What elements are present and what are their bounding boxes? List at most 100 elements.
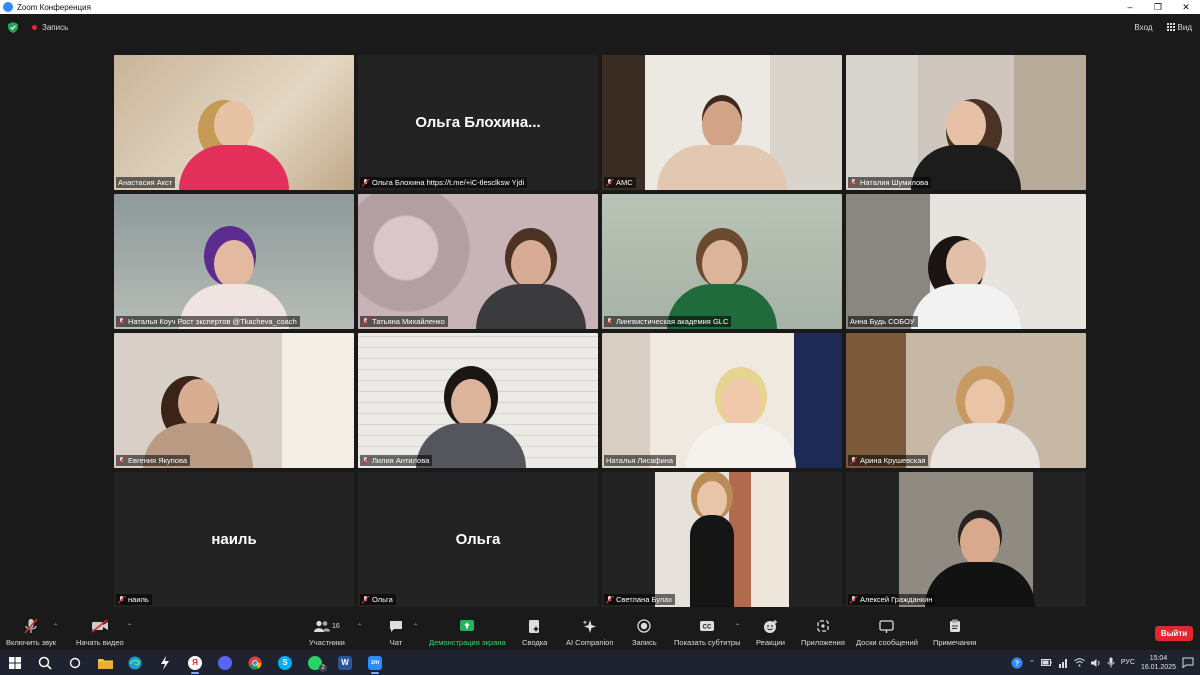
task-view-icon [69,657,81,668]
mic-muted-icon [118,317,125,326]
search-icon [38,656,52,670]
video-gallery: Анастасия Акст Ольга Блохина... Ольга Бл… [114,55,1086,607]
unmute-button[interactable]: Включить звук [6,618,56,647]
tray-chevron-icon[interactable]: ⌃ [1029,659,1035,667]
record-button[interactable]: Запись [632,618,657,647]
participant-name-label: Арина Крушевская [848,455,929,466]
encryption-shield-icon[interactable] [8,21,18,33]
volume-icon[interactable] [1090,658,1101,668]
participant-video [475,240,586,329]
taskbar-zoom[interactable]: zm [360,650,390,675]
participant-name-label: Наталья Коуч Рост экспертов @Tkacheva_co… [116,316,300,327]
taskbar-file-explorer[interactable] [90,650,120,675]
mic-muted-icon [362,178,369,187]
participant-tile[interactable]: Лилия Антилова [358,333,598,468]
notifications-icon[interactable] [1182,657,1194,668]
taskbar-chrome[interactable] [240,650,270,675]
window-titlebar: Zoom Конференция – ❐ ✕ [0,0,1200,14]
participants-options-chevron-icon[interactable]: ⌃ [357,623,362,630]
whatsapp-badge: 2 [319,664,327,672]
taskbar-search-button[interactable] [30,650,60,675]
svg-text:CC: CC [703,625,712,631]
taskbar-yandex[interactable]: Я [180,650,210,675]
input-language[interactable]: РУС [1121,659,1135,666]
battery-icon[interactable] [1040,658,1052,667]
participant-tile[interactable]: Наталия Шумилова [846,55,1086,190]
participant-tile[interactable]: Наталья Коуч Рост экспертов @Tkacheva_co… [114,194,354,329]
taskbar-word[interactable]: W [330,650,360,675]
taskbar-skype[interactable]: S [270,650,300,675]
taskbar-discord[interactable] [210,650,240,675]
lightning-icon [161,655,169,670]
whiteboard-icon [879,619,895,633]
participant-tile[interactable]: Ольга Ольга [358,472,598,607]
participant-tile[interactable]: Евгения Якупова [114,333,354,468]
svg-text:?: ? [1015,660,1019,667]
taskbar-terminal[interactable] [150,650,180,675]
mic-muted-icon [362,456,369,465]
participant-tile[interactable]: Арина Крушевская [846,333,1086,468]
participant-name-label: Ольга Блохина https://t.me/+iC-tlesclksw… [360,177,528,188]
restore-icon[interactable]: ❐ [1144,2,1172,13]
system-clock[interactable]: 15:04 16.01.2025 [1141,654,1176,672]
chrome-icon [248,656,262,669]
taskbar-whatsapp[interactable]: 2 [300,650,330,675]
participant-tile[interactable]: AMC [602,55,842,190]
participant-tile[interactable]: Алексей Гражданкин [846,472,1086,607]
clock-date: 16.01.2025 [1140,663,1176,671]
participant-tile[interactable]: Ольга Блохина... Ольга Блохина https://t… [358,55,598,190]
start-button[interactable] [0,650,30,675]
participants-button[interactable]: 16 Участники [309,618,345,647]
participant-tile[interactable]: наиль наиль [114,472,354,607]
taskbar-edge[interactable] [120,650,150,675]
reactions-button[interactable]: Реакции [756,618,785,647]
start-video-button[interactable]: Начать видео [76,618,124,647]
participant-video [657,101,787,190]
wifi-icon[interactable] [1074,658,1085,667]
sparkle-icon [582,619,597,633]
participant-tile[interactable]: Наталья Лисафина [602,333,842,468]
ai-companion-button[interactable]: AI Companion [566,618,614,647]
participant-tile[interactable]: Татьяна Михайленко [358,194,598,329]
participants-count: 16 [332,622,340,630]
whiteboards-button[interactable]: Доски сообщений [856,618,918,647]
show-captions-button[interactable]: CC Показать субтитры [674,618,740,647]
microphone-icon[interactable] [1107,657,1115,668]
network-icon[interactable] [1058,658,1068,668]
chat-button[interactable]: Чат [389,618,403,647]
participant-tile[interactable]: Анна Будь СОБОУ [846,194,1086,329]
meeting-controls: Включить звук ⌃ Начать видео ⌃ 16 Участн… [0,614,1200,650]
share-screen-button[interactable]: Демонстрация экрана [429,618,506,647]
minimize-icon[interactable]: – [1116,2,1144,12]
participant-name-label: AMC [604,177,636,188]
participant-name-label: Анастасия Акст [116,177,176,188]
notes-button[interactable]: Примечания [933,618,976,647]
participant-tile[interactable]: Анастасия Акст [114,55,354,190]
participant-video [925,518,1036,607]
participant-name-label: Ольга [360,594,396,605]
task-view-button[interactable] [60,650,90,675]
captions-options-chevron-icon[interactable]: ⌃ [735,623,740,630]
participant-name-label: Татьяна Михайленко [360,316,448,327]
enter-fullscreen-button[interactable]: Вход [1134,23,1152,32]
mic-muted-icon [362,317,369,326]
meeting-topbar: Запись Вход Вид [0,14,1200,40]
leave-meeting-button[interactable]: Выйти [1155,626,1193,641]
windows-taskbar: Я S 2 W zm ? ⌃ РУС 15:04 16.01.2025 [0,650,1200,675]
audio-options-chevron-icon[interactable]: ⌃ [53,623,58,630]
participant-tile[interactable]: Светлана Булах [602,472,842,607]
summary-button[interactable]: Сводка [522,618,547,647]
participant-display-name: Ольга [455,531,501,548]
video-off-icon [91,619,108,633]
mic-muted-icon [606,317,613,326]
summary-icon [529,619,540,633]
video-options-chevron-icon[interactable]: ⌃ [127,623,132,630]
apps-button[interactable]: Приложения [801,618,845,647]
participant-tile[interactable]: Лингвистическая академия GLC [602,194,842,329]
help-icon[interactable]: ? [1011,657,1023,669]
chat-options-chevron-icon[interactable]: ⌃ [413,623,418,630]
participant-video [179,101,289,190]
close-icon[interactable]: ✕ [1172,2,1200,13]
edge-browser-icon [128,656,142,669]
view-button[interactable]: Вид [1166,23,1192,32]
